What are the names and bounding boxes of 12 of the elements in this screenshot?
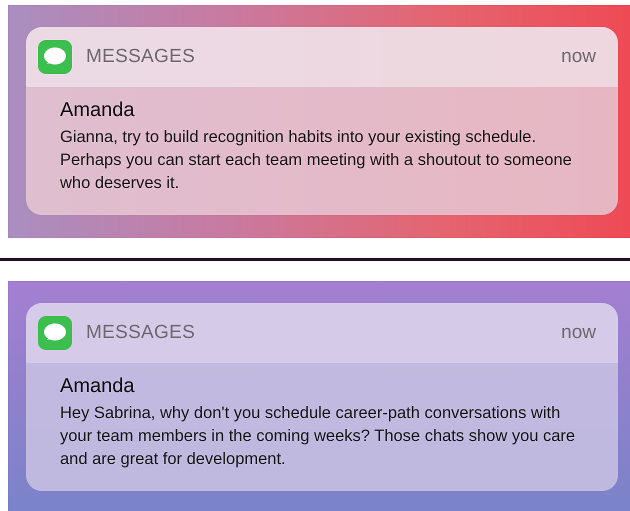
timestamp: now [561, 322, 596, 344]
message-text: Hey Sabrina, why don't you schedule career-path conversations with your team members in the coming weeks? Those chats show you care and are great for development. [60, 403, 576, 470]
app-name: MESSAGES [86, 46, 196, 68]
timestamp: now [561, 46, 596, 68]
speech-bubble-icon [38, 316, 72, 350]
notification-card[interactable]: MESSAGES now Amanda Gianna, try to build recognition habits into your existing schedule. Perhaps you can start each team meeting with a shoutout to someone who deserves it. [26, 27, 618, 215]
notification-card[interactable]: MESSAGES now Amanda Hey Sabrina, why don't you schedule career-path conversations with your team members in the coming weeks? Those chats show you care and are great for development. [26, 303, 618, 491]
message-text: Gianna, try to build recognition habits into your existing schedule. Perhaps you can start each team meeting with a shoutout to someone who deserves it. [60, 127, 573, 194]
speech-bubble-icon [38, 40, 72, 74]
app-name: MESSAGES [86, 322, 196, 344]
sender-name: Amanda [60, 99, 136, 122]
sender-name: Amanda [60, 375, 136, 398]
